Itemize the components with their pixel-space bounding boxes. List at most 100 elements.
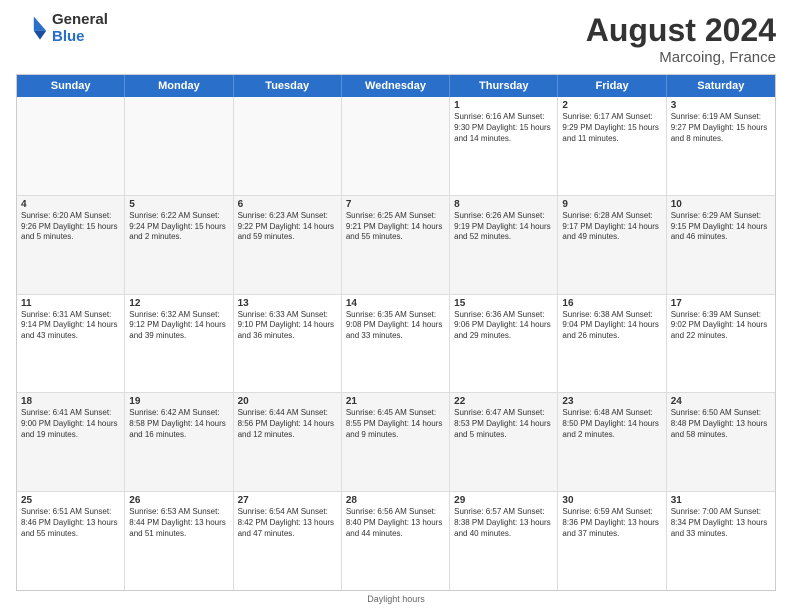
- calendar-cell: 12Sunrise: 6:32 AM Sunset: 9:12 PM Dayli…: [125, 295, 233, 393]
- calendar-cell: 21Sunrise: 6:45 AM Sunset: 8:55 PM Dayli…: [342, 393, 450, 491]
- day-number: 22: [454, 396, 553, 407]
- day-number: 2: [562, 100, 661, 111]
- calendar-cell: 17Sunrise: 6:39 AM Sunset: 9:02 PM Dayli…: [667, 295, 775, 393]
- day-info: Sunrise: 6:32 AM Sunset: 9:12 PM Dayligh…: [129, 310, 228, 342]
- calendar-cell: 6Sunrise: 6:23 AM Sunset: 9:22 PM Daylig…: [234, 196, 342, 294]
- day-info: Sunrise: 6:16 AM Sunset: 9:30 PM Dayligh…: [454, 112, 553, 144]
- logo: General Blue: [16, 12, 108, 45]
- calendar-cell: 28Sunrise: 6:56 AM Sunset: 8:40 PM Dayli…: [342, 492, 450, 590]
- day-info: Sunrise: 6:20 AM Sunset: 9:26 PM Dayligh…: [21, 211, 120, 243]
- footer-note: Daylight hours: [16, 594, 776, 604]
- day-number: 24: [671, 396, 771, 407]
- day-info: Sunrise: 6:35 AM Sunset: 9:08 PM Dayligh…: [346, 310, 445, 342]
- day-info: Sunrise: 6:51 AM Sunset: 8:46 PM Dayligh…: [21, 507, 120, 539]
- title-location: Marcoing, France: [586, 49, 776, 66]
- calendar-cell: 31Sunrise: 7:00 AM Sunset: 8:34 PM Dayli…: [667, 492, 775, 590]
- calendar-cell: 14Sunrise: 6:35 AM Sunset: 9:08 PM Dayli…: [342, 295, 450, 393]
- calendar-cell: 13Sunrise: 6:33 AM Sunset: 9:10 PM Dayli…: [234, 295, 342, 393]
- day-number: 28: [346, 495, 445, 506]
- day-number: 14: [346, 298, 445, 309]
- calendar-header: Sunday Monday Tuesday Wednesday Thursday…: [17, 75, 775, 97]
- day-number: 30: [562, 495, 661, 506]
- day-number: 29: [454, 495, 553, 506]
- day-number: 12: [129, 298, 228, 309]
- day-number: 7: [346, 199, 445, 210]
- day-number: 5: [129, 199, 228, 210]
- calendar-cell: 29Sunrise: 6:57 AM Sunset: 8:38 PM Dayli…: [450, 492, 558, 590]
- calendar-week-4: 18Sunrise: 6:41 AM Sunset: 9:00 PM Dayli…: [17, 393, 775, 492]
- day-number: 31: [671, 495, 771, 506]
- logo-icon: [16, 13, 48, 45]
- day-number: 9: [562, 199, 661, 210]
- day-number: 10: [671, 199, 771, 210]
- calendar-cell: 3Sunrise: 6:19 AM Sunset: 9:27 PM Daylig…: [667, 97, 775, 195]
- day-info: Sunrise: 6:50 AM Sunset: 8:48 PM Dayligh…: [671, 408, 771, 440]
- day-info: Sunrise: 6:28 AM Sunset: 9:17 PM Dayligh…: [562, 211, 661, 243]
- calendar-cell: [125, 97, 233, 195]
- calendar-cell: 20Sunrise: 6:44 AM Sunset: 8:56 PM Dayli…: [234, 393, 342, 491]
- day-number: 3: [671, 100, 771, 111]
- day-number: 6: [238, 199, 337, 210]
- calendar-cell: 24Sunrise: 6:50 AM Sunset: 8:48 PM Dayli…: [667, 393, 775, 491]
- calendar-cell: 25Sunrise: 6:51 AM Sunset: 8:46 PM Dayli…: [17, 492, 125, 590]
- day-number: 1: [454, 100, 553, 111]
- title-block: August 2024 Marcoing, France: [586, 12, 776, 66]
- day-number: 4: [21, 199, 120, 210]
- calendar-week-5: 25Sunrise: 6:51 AM Sunset: 8:46 PM Dayli…: [17, 492, 775, 590]
- day-number: 16: [562, 298, 661, 309]
- logo-general-text: General: [52, 12, 108, 29]
- day-info: Sunrise: 6:44 AM Sunset: 8:56 PM Dayligh…: [238, 408, 337, 440]
- day-info: Sunrise: 6:33 AM Sunset: 9:10 PM Dayligh…: [238, 310, 337, 342]
- day-number: 18: [21, 396, 120, 407]
- calendar-cell: 18Sunrise: 6:41 AM Sunset: 9:00 PM Dayli…: [17, 393, 125, 491]
- calendar-cell: 2Sunrise: 6:17 AM Sunset: 9:29 PM Daylig…: [558, 97, 666, 195]
- calendar: Sunday Monday Tuesday Wednesday Thursday…: [16, 74, 776, 591]
- day-number: 13: [238, 298, 337, 309]
- day-info: Sunrise: 6:47 AM Sunset: 8:53 PM Dayligh…: [454, 408, 553, 440]
- day-info: Sunrise: 6:53 AM Sunset: 8:44 PM Dayligh…: [129, 507, 228, 539]
- calendar-body: 1Sunrise: 6:16 AM Sunset: 9:30 PM Daylig…: [17, 97, 775, 590]
- calendar-cell: 23Sunrise: 6:48 AM Sunset: 8:50 PM Dayli…: [558, 393, 666, 491]
- day-number: 11: [21, 298, 120, 309]
- day-info: Sunrise: 6:29 AM Sunset: 9:15 PM Dayligh…: [671, 211, 771, 243]
- header-thursday: Thursday: [450, 75, 558, 97]
- calendar-cell: 8Sunrise: 6:26 AM Sunset: 9:19 PM Daylig…: [450, 196, 558, 294]
- calendar-cell: 11Sunrise: 6:31 AM Sunset: 9:14 PM Dayli…: [17, 295, 125, 393]
- day-info: Sunrise: 6:25 AM Sunset: 9:21 PM Dayligh…: [346, 211, 445, 243]
- logo-blue-text: Blue: [52, 29, 108, 46]
- calendar-cell: 1Sunrise: 6:16 AM Sunset: 9:30 PM Daylig…: [450, 97, 558, 195]
- calendar-cell: [17, 97, 125, 195]
- day-info: Sunrise: 6:19 AM Sunset: 9:27 PM Dayligh…: [671, 112, 771, 144]
- header-tuesday: Tuesday: [234, 75, 342, 97]
- day-info: Sunrise: 6:23 AM Sunset: 9:22 PM Dayligh…: [238, 211, 337, 243]
- day-info: Sunrise: 6:31 AM Sunset: 9:14 PM Dayligh…: [21, 310, 120, 342]
- calendar-cell: 9Sunrise: 6:28 AM Sunset: 9:17 PM Daylig…: [558, 196, 666, 294]
- day-info: Sunrise: 6:22 AM Sunset: 9:24 PM Dayligh…: [129, 211, 228, 243]
- calendar-cell: [342, 97, 450, 195]
- day-info: Sunrise: 7:00 AM Sunset: 8:34 PM Dayligh…: [671, 507, 771, 539]
- calendar-week-3: 11Sunrise: 6:31 AM Sunset: 9:14 PM Dayli…: [17, 295, 775, 394]
- day-info: Sunrise: 6:39 AM Sunset: 9:02 PM Dayligh…: [671, 310, 771, 342]
- calendar-cell: 16Sunrise: 6:38 AM Sunset: 9:04 PM Dayli…: [558, 295, 666, 393]
- calendar-cell: 27Sunrise: 6:54 AM Sunset: 8:42 PM Dayli…: [234, 492, 342, 590]
- calendar-cell: 4Sunrise: 6:20 AM Sunset: 9:26 PM Daylig…: [17, 196, 125, 294]
- day-info: Sunrise: 6:41 AM Sunset: 9:00 PM Dayligh…: [21, 408, 120, 440]
- day-number: 27: [238, 495, 337, 506]
- day-info: Sunrise: 6:38 AM Sunset: 9:04 PM Dayligh…: [562, 310, 661, 342]
- day-number: 8: [454, 199, 553, 210]
- day-info: Sunrise: 6:26 AM Sunset: 9:19 PM Dayligh…: [454, 211, 553, 243]
- day-info: Sunrise: 6:54 AM Sunset: 8:42 PM Dayligh…: [238, 507, 337, 539]
- day-number: 23: [562, 396, 661, 407]
- calendar-cell: 26Sunrise: 6:53 AM Sunset: 8:44 PM Dayli…: [125, 492, 233, 590]
- calendar-cell: 19Sunrise: 6:42 AM Sunset: 8:58 PM Dayli…: [125, 393, 233, 491]
- header-saturday: Saturday: [667, 75, 775, 97]
- day-info: Sunrise: 6:42 AM Sunset: 8:58 PM Dayligh…: [129, 408, 228, 440]
- day-info: Sunrise: 6:56 AM Sunset: 8:40 PM Dayligh…: [346, 507, 445, 539]
- day-info: Sunrise: 6:48 AM Sunset: 8:50 PM Dayligh…: [562, 408, 661, 440]
- day-info: Sunrise: 6:59 AM Sunset: 8:36 PM Dayligh…: [562, 507, 661, 539]
- calendar-cell: 22Sunrise: 6:47 AM Sunset: 8:53 PM Dayli…: [450, 393, 558, 491]
- calendar-cell: 5Sunrise: 6:22 AM Sunset: 9:24 PM Daylig…: [125, 196, 233, 294]
- day-info: Sunrise: 6:36 AM Sunset: 9:06 PM Dayligh…: [454, 310, 553, 342]
- day-number: 21: [346, 396, 445, 407]
- day-number: 25: [21, 495, 120, 506]
